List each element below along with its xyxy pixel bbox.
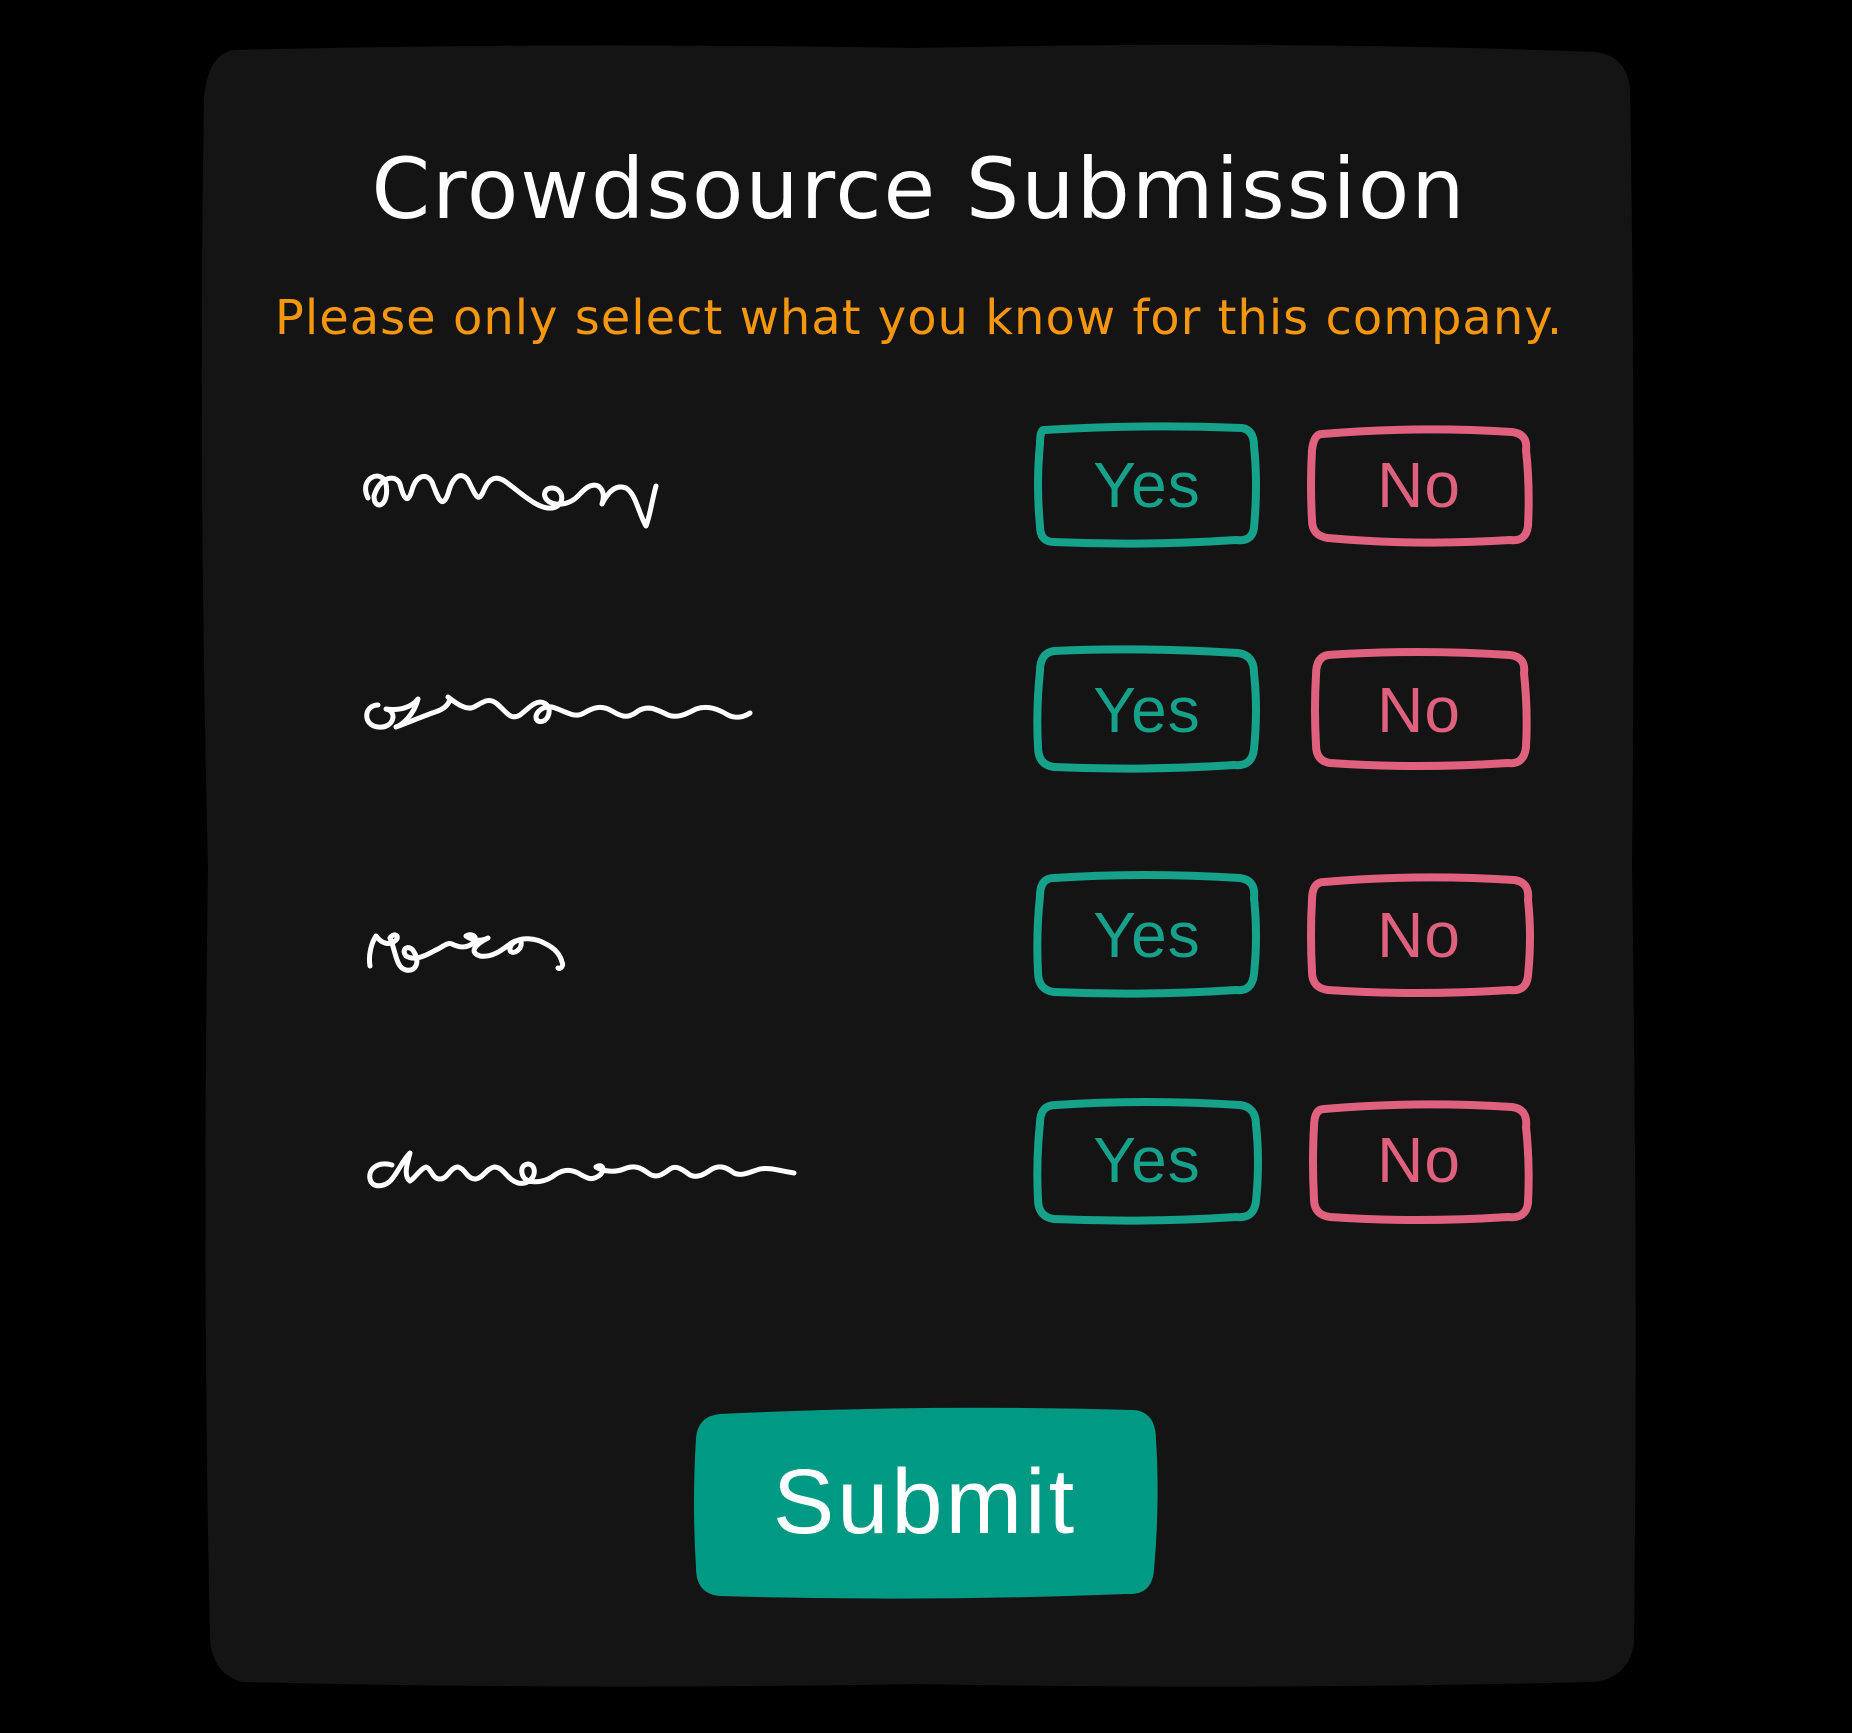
yes-button[interactable]: Yes (1032, 1095, 1262, 1225)
submit-button-label: Submit (772, 1451, 1078, 1553)
no-button[interactable]: No (1304, 645, 1534, 775)
no-button[interactable]: No (1304, 1095, 1534, 1225)
yes-button-label: Yes (1093, 674, 1201, 746)
question-row: Yes No (196, 645, 1642, 775)
question-row: Yes No (196, 1095, 1642, 1225)
redacted-question-text (364, 694, 753, 730)
no-button-label: No (1377, 674, 1461, 746)
no-button-label: No (1377, 449, 1461, 521)
yes-button[interactable]: Yes (1032, 420, 1262, 550)
yes-button-label: Yes (1093, 449, 1201, 521)
redacted-question-text (367, 932, 565, 973)
yes-button[interactable]: Yes (1032, 870, 1262, 1000)
redacted-question-text (363, 473, 659, 529)
form-instruction: Please only select what you know for thi… (274, 290, 1564, 346)
redacted-question-text (367, 1150, 797, 1189)
no-button-label: No (1377, 1124, 1461, 1196)
yes-button[interactable]: Yes (1032, 645, 1262, 775)
no-button-label: No (1377, 899, 1461, 971)
question-row: Yes No (196, 420, 1642, 550)
submission-card: Crowdsource Submission Please only selec… (196, 38, 1642, 1690)
yes-button-label: Yes (1093, 899, 1201, 971)
submit-button[interactable]: Submit (690, 1402, 1160, 1602)
no-button[interactable]: No (1304, 870, 1534, 1000)
yes-button-label: Yes (1093, 1124, 1201, 1196)
question-row: Yes No (196, 870, 1642, 1000)
no-button[interactable]: No (1304, 420, 1534, 550)
form-title: Crowdsource Submission (371, 140, 1467, 238)
